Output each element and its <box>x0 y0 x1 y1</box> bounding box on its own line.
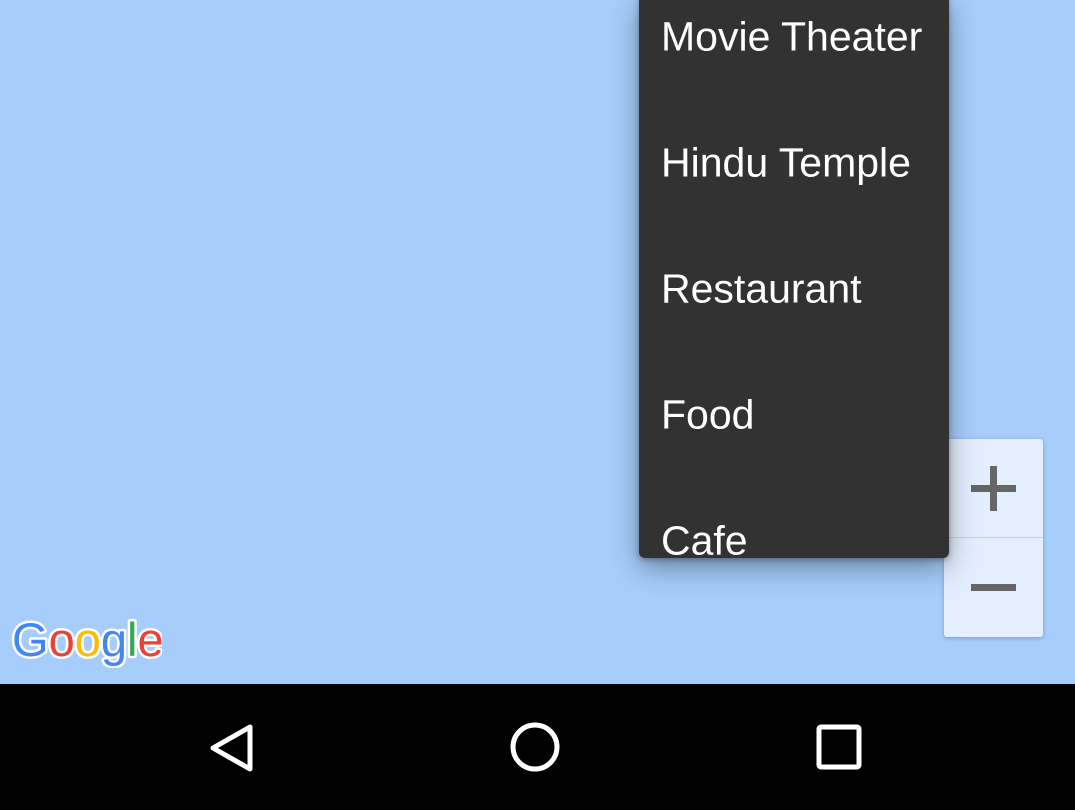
system-navigation-bar <box>0 684 1075 810</box>
dropdown-item-movie-theater[interactable]: Movie Theater <box>639 0 949 100</box>
recents-button[interactable] <box>794 702 884 792</box>
zoom-out-button[interactable] <box>944 538 1043 637</box>
place-type-dropdown: Movie Theater Hindu Temple Restaurant Fo… <box>639 0 949 558</box>
dropdown-item-label: Restaurant <box>661 265 862 312</box>
google-logo: Google Google <box>10 612 162 668</box>
back-button[interactable] <box>188 702 278 792</box>
dropdown-item-food[interactable]: Food <box>639 352 949 478</box>
plus-icon <box>971 466 1016 511</box>
screen: Google Google Movie Theater Hindu Temple <box>0 0 1075 810</box>
minus-icon <box>971 584 1016 591</box>
dropdown-item-label: Food <box>661 391 755 438</box>
dropdown-item-label: Hindu Temple <box>661 139 911 186</box>
svg-text:Google: Google <box>12 613 162 666</box>
zoom-in-button[interactable] <box>944 439 1043 538</box>
home-button[interactable] <box>490 702 580 792</box>
dropdown-item-hindu-temple[interactable]: Hindu Temple <box>639 100 949 226</box>
dropdown-item-cafe[interactable]: Cafe <box>639 478 949 559</box>
dropdown-item-label: Movie Theater <box>661 13 923 60</box>
dropdown-item-restaurant[interactable]: Restaurant <box>639 226 949 352</box>
back-triangle-icon <box>210 724 253 772</box>
dropdown-item-label: Cafe <box>661 517 748 559</box>
zoom-controls <box>944 439 1043 637</box>
recents-square-icon <box>816 724 862 770</box>
home-circle-icon <box>510 722 560 772</box>
